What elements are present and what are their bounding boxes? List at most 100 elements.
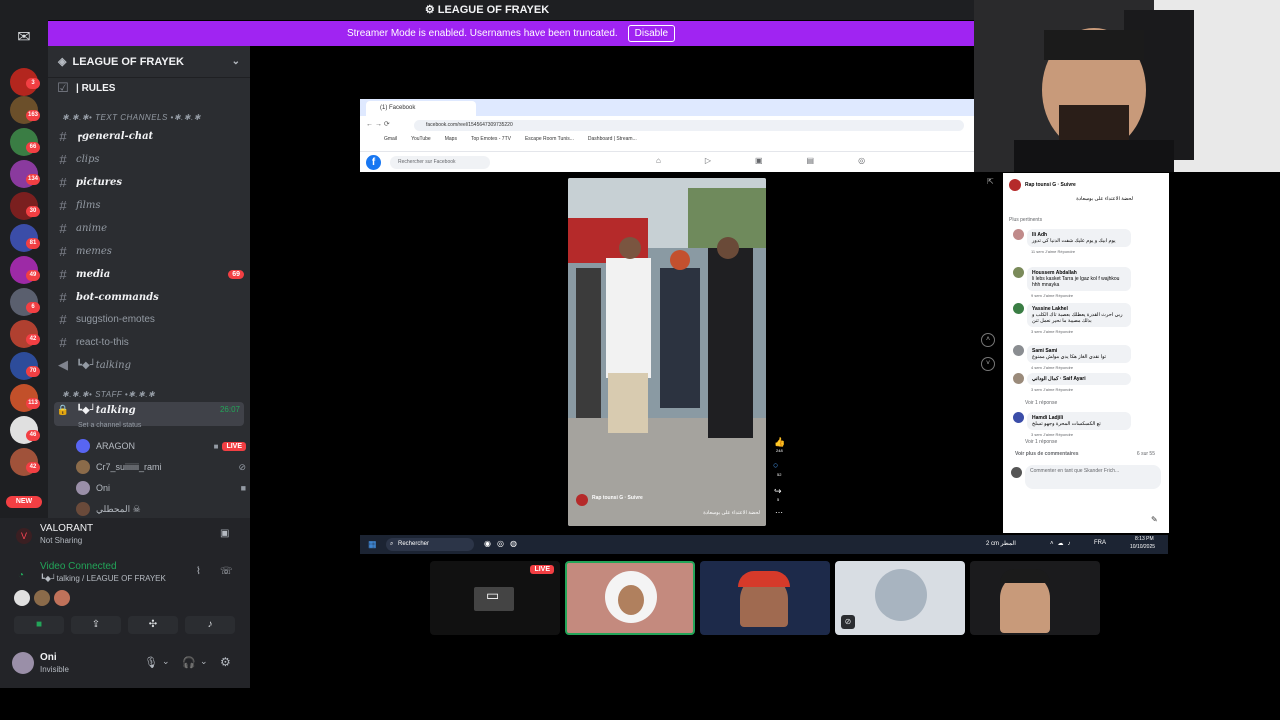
camera-feed-cap [738, 571, 790, 587]
staff-category[interactable]: ✱.✱.✱• STAFF •✱.✱.✱ [62, 390, 155, 399]
disable-streamer-mode-button[interactable]: Disable [627, 25, 676, 42]
see-replies-link[interactable]: Voir 1 réponse [1025, 400, 1057, 406]
reel-nav-down-icon[interactable]: ˅ [981, 357, 995, 371]
user-avatar[interactable] [12, 652, 34, 674]
unread-badge: 134 [26, 174, 40, 185]
channel-label: | RULES [76, 82, 116, 94]
chevron-down-icon[interactable]: ⌄ [162, 656, 170, 667]
reel-author[interactable]: Rap tounsi G · Suivre [592, 495, 643, 501]
avatar [76, 502, 90, 516]
participant-tile-camera[interactable] [700, 561, 830, 635]
hash-icon: # [59, 266, 67, 282]
unread-badge: 81 [26, 238, 40, 249]
panel-caption: لحضة الاعتداء على بوسعادة [1076, 196, 1133, 202]
comment-icon[interactable]: ○ [773, 460, 778, 470]
disconnect-icon[interactable]: ☏ [220, 566, 233, 577]
comment-meta[interactable]: 11 sem J'aime Répondre [1031, 249, 1131, 254]
panel-author[interactable]: Rap tounsi G · Suivre [1025, 182, 1076, 188]
comment-meta[interactable]: 3 sem J'aime Répondre [1031, 387, 1131, 392]
channel-general-chat[interactable]: # ┏general-chat [54, 126, 244, 146]
avatar [875, 569, 927, 621]
discord-home-icon[interactable]: ✉ [10, 26, 38, 50]
tray-icons: ˄☁♪ [1050, 541, 1075, 547]
channel-label: react-to-this [76, 336, 129, 348]
share-icon[interactable]: ↪ [774, 486, 782, 497]
participant-tile-stream[interactable]: ▭ LIVE [430, 561, 560, 635]
hash-icon: # [59, 243, 67, 259]
like-icon[interactable]: 👍 [774, 437, 785, 448]
monitor-icon: ▭ [486, 587, 500, 603]
comment: Ili Adh يوم ابيك و يوم عليك شفت الدنيا كي… [1011, 229, 1131, 254]
comment: Hamdi Ladjili تع الكسكسات المحرة وجهو تسل… [1011, 412, 1131, 437]
channel-label: bot-commands [76, 291, 159, 303]
see-replies-link[interactable]: Voir 1 réponse [1025, 439, 1057, 445]
channel-rules[interactable]: ☑ | RULES [54, 78, 244, 98]
reel-video: Rap tounsi G · Suivre لحضة الاعتداء على … [568, 178, 766, 526]
channel-media[interactable]: # media 69 [54, 264, 244, 284]
microphone-icon[interactable]: 🎙 [144, 656, 158, 669]
voice-user[interactable]: المحطلي ☠ [76, 500, 246, 518]
avatar [1013, 412, 1024, 423]
shared-browser-window: (1) Facebook ← → ⟳ facebook.com/reel/154… [360, 99, 974, 172]
comment-meta[interactable]: 4 sem J'aime Répondre [1031, 365, 1131, 370]
avatar [34, 590, 50, 606]
channel-memes[interactable]: # memes [54, 241, 244, 261]
facebook-navbar: f Rechercher sur Facebook ⌂▷▣▤◎ [360, 151, 974, 172]
edit-icon[interactable]: ✎ [1151, 515, 1158, 524]
participant-tile-cr7[interactable]: ⊘ [835, 561, 965, 635]
unread-badge: 46 [26, 430, 40, 441]
unread-badge: 49 [26, 270, 40, 281]
comment-meta[interactable]: 3 sem J'aime Répondre [1031, 432, 1131, 437]
server-header[interactable]: ◈ LEAGUE OF FRAYEK ⌄ [48, 46, 250, 78]
channel-bot-commands[interactable]: # bot-commands [54, 287, 244, 307]
activities-button[interactable]: ✣ [128, 616, 178, 634]
chevron-down-icon[interactable]: ⌄ [200, 656, 208, 667]
text-channels-category[interactable]: ✱.✱.✱• TEXT CHANNELS •✱.✱.✱ [62, 113, 201, 122]
like-count: 248 [776, 448, 783, 453]
voice-user-name: Cr7_suiiiiiii_rami [96, 462, 162, 472]
expand-icon[interactable]: ⇱ [987, 177, 994, 186]
unread-badge: 30 [26, 206, 40, 217]
chevron-down-icon: ⌄ [231, 56, 240, 67]
browser-tab: (1) Facebook [366, 101, 476, 116]
webcam-illustration [974, 0, 1280, 172]
channel-label: pictures [76, 176, 123, 188]
hash-icon: # [59, 151, 67, 167]
sort-dropdown[interactable]: Plus pertinents [1009, 217, 1042, 223]
more-options-icon[interactable]: ⋯ [775, 508, 783, 517]
channel-status[interactable]: Set a channel status [78, 422, 141, 429]
call-timer: 26:07 [219, 405, 240, 414]
voice-channel-talking[interactable]: ◀ ┗◆┘talking [54, 355, 244, 375]
live-badge: LIVE [222, 441, 246, 451]
headphones-icon[interactable]: 🎧 [182, 656, 196, 669]
reel-nav-up-icon[interactable]: ˄ [981, 333, 995, 347]
noise-suppression-icon[interactable]: ⌇ [196, 566, 201, 577]
soundboard-button[interactable]: ♪ [185, 616, 235, 634]
share-screen-button[interactable]: ⇪ [71, 616, 121, 634]
camera-button[interactable]: ■ [14, 616, 64, 634]
comment: Yassine Lakhel ربي احرث القدرة يعطلك بعصب… [1011, 303, 1131, 334]
voice-user[interactable]: Oni ■ [76, 479, 246, 497]
channel-clips[interactable]: # clips [54, 149, 244, 169]
comment-input[interactable]: Commenter en tant que Skander Frich... [1025, 465, 1161, 489]
gear-icon[interactable]: ⚙ [220, 655, 231, 669]
channel-anime[interactable]: # anime [54, 218, 244, 238]
activity-panel: V VALORANT Not Sharing ▣ ◔ Video Connect… [0, 518, 250, 688]
see-more-comments[interactable]: Voir plus de commentaires [1015, 451, 1079, 457]
signal-icon: ◔ [18, 570, 25, 581]
channel-suggestion-emotes[interactable]: # suggstion-emotes [54, 309, 244, 329]
channel-react-to-this[interactable]: # react-to-this [54, 332, 244, 352]
comment-meta[interactable]: 3 sem J'aime Répondre [1031, 329, 1131, 334]
voice-user[interactable]: Cr7_suiiiiiii_rami ⊘ [76, 458, 246, 476]
participant-tile-self[interactable] [970, 561, 1100, 635]
comment-text: li lebs kasket Tarra je lgaz kol f wajhk… [1032, 276, 1120, 288]
voice-user[interactable]: ARAGON ■ LIVE [76, 437, 246, 455]
participant-tile-aragon[interactable] [565, 561, 695, 635]
stream-settings-icon[interactable]: ▣ [220, 528, 229, 539]
weather-widget: 2 cm المطر [986, 541, 1016, 547]
browser-tabstrip: (1) Facebook [360, 99, 974, 116]
taskbar-date: 10/10/2025 [1130, 544, 1156, 550]
channel-pictures[interactable]: # pictures [54, 172, 244, 192]
comment-meta[interactable]: 9 sem J'aime Répondre [1031, 293, 1131, 298]
channel-films[interactable]: # films [54, 195, 244, 215]
